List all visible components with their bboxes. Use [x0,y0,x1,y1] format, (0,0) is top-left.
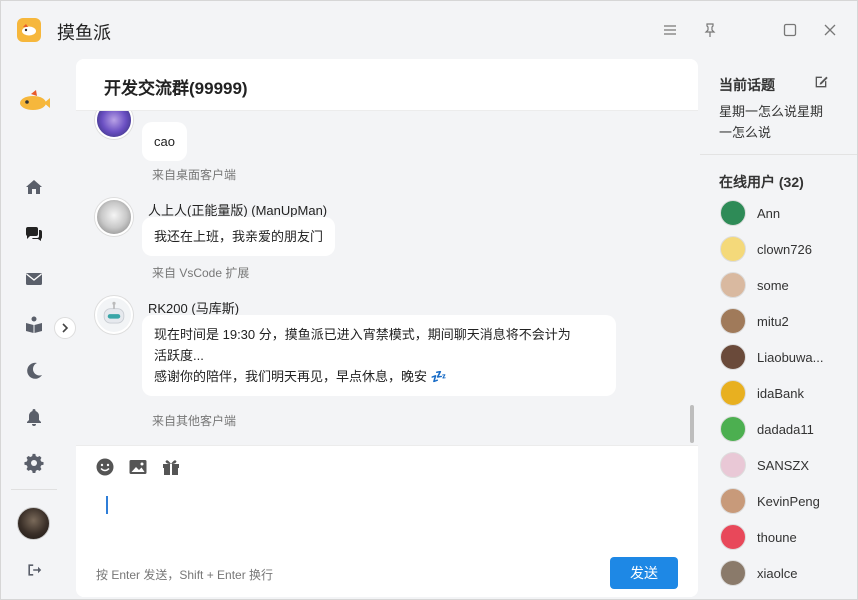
user-name: clown726 [757,241,812,257]
user-name: some [757,277,789,293]
maximize-icon[interactable] [779,19,801,41]
message-bubble: 现在时间是 19:30 分，摸鱼派已进入宵禁模式，期间聊天消息将不会计为 活跃度… [142,315,616,396]
message-text-line: 活跃度... [154,348,204,363]
user-avatar [720,524,746,550]
user-name: xiaolce [757,565,798,581]
chat-icon[interactable] [23,222,45,244]
chat-panel: 开发交流群(99999) cao 来自桌面客户端 人上人(正能量版) (ManU… [76,59,698,597]
user-name: thoune [757,529,797,545]
app-window: 摸鱼派 开发交流群(99999) cao 来自桌面客户端 人上人(正能量版) (… [0,0,858,600]
online-users-title: 在线用户 (32) [719,174,804,190]
scrollbar[interactable] [690,405,694,443]
message-client: 来自 VsCode 扩展 [152,266,250,280]
logout-icon[interactable] [23,559,45,581]
avatar[interactable] [17,507,50,540]
user-avatar [720,416,746,442]
user-name: idaBank [757,385,804,401]
user-avatar [720,380,746,406]
message-list[interactable]: cao 来自桌面客户端 人上人(正能量版) (ManUpMan) 我还在上班，我… [76,111,698,445]
mail-icon[interactable] [23,268,45,290]
user-avatar[interactable] [95,198,133,236]
bell-icon[interactable] [23,406,45,428]
fish-logo-icon[interactable] [17,89,51,113]
chat-header: 开发交流群(99999) [76,59,698,111]
online-user-item[interactable]: clown726 [720,235,850,263]
message-client: 来自桌面客户端 [152,168,237,182]
app-logo-icon [17,18,41,42]
close-icon[interactable] [819,19,841,41]
gear-icon[interactable] [23,452,45,474]
user-avatar [720,488,746,514]
app-title: 摸鱼派 [57,23,111,43]
online-user-item[interactable]: SANSZX [720,451,850,479]
message-text-line: 现在时间是 19:30 分，摸鱼派已进入宵禁模式，期间聊天消息将不会计为 [154,327,571,342]
user-avatar [720,308,746,334]
user-avatar [720,560,746,586]
home-icon[interactable] [23,176,45,198]
user-name: KevinPeng [757,493,820,509]
message-composer[interactable]: 按 Enter 发送，Shift + Enter 换行 发送 [76,445,698,597]
nav-divider [11,489,57,490]
online-user-item[interactable]: thoune [720,523,850,551]
message-text-line: 感谢你的陪伴，我们明天再见，早点休息，晚安 💤 [154,369,447,384]
online-user-item[interactable]: KevinPeng [720,487,850,515]
chat-title: 开发交流群(99999) [104,79,248,98]
online-user-item[interactable]: Liaobuwa... [720,343,850,371]
input-hint: 按 Enter 发送，Shift + Enter 换行 [96,568,274,582]
user-avatar [720,236,746,262]
user-avatar[interactable] [95,111,133,139]
edit-icon[interactable] [813,74,831,92]
user-avatar [720,452,746,478]
send-button[interactable]: 发送 [610,557,678,589]
topic-title: 当前话题 [719,77,775,93]
image-icon[interactable] [127,456,149,478]
online-user-item[interactable]: mitu2 [720,307,850,335]
user-avatar [720,272,746,298]
moon-icon[interactable] [23,360,45,382]
online-user-item[interactable]: some [720,271,850,299]
user-avatar [720,200,746,226]
book-icon[interactable] [23,314,45,336]
pin-icon[interactable] [699,19,721,41]
text-caret [106,496,108,514]
topic-text: 星期一怎么说星期一怎么说 [719,104,824,140]
user-name: dadada11 [757,421,814,437]
online-user-item[interactable]: idaBank [720,379,850,407]
user-name: mitu2 [757,313,789,329]
gift-icon[interactable] [160,456,182,478]
message-bubble: cao [142,122,187,161]
emoji-icon[interactable] [94,456,116,478]
menu-icon[interactable] [659,19,681,41]
right-panel: 当前话题 星期一怎么说星期一怎么说 在线用户 (32) Ann clown726 s… [700,59,857,597]
divider [700,154,857,155]
expand-sidebar-button[interactable] [54,317,76,339]
online-user-item[interactable]: dadada11 [720,415,850,443]
online-user-item[interactable]: xiaolce [720,559,850,587]
message-bubble: 我还在上班，我亲爱的朋友门 [142,217,336,256]
online-user-item[interactable]: Ann [720,199,850,227]
title-bar: 摸鱼派 [1,1,857,59]
user-name: Ann [757,205,781,221]
robot-avatar[interactable] [95,296,133,334]
message-client: 来自其他客户端 [152,414,237,428]
user-name: SANSZX [757,457,810,473]
user-name: Liaobuwa... [757,349,824,365]
user-avatar [720,344,746,370]
